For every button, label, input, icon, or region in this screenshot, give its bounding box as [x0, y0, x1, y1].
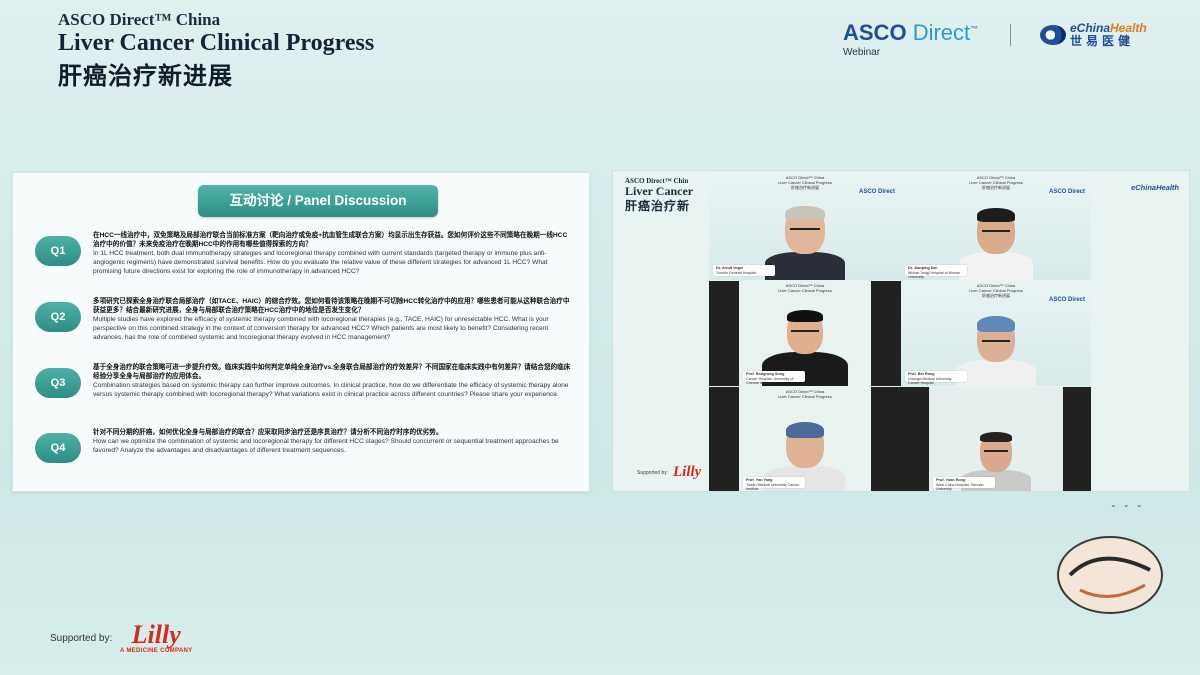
lilly-tagline: A MEDICINE COMPANY	[120, 648, 193, 654]
asco-logo-text: ASCO Direct™	[843, 20, 979, 45]
video-gallery-panel: ASCO Direct™ Chin Liver Cancer 肝癌治疗新 eCh…	[612, 170, 1190, 492]
question-q1: Q1 在HCC一线治疗中，双免策略及局部治疗联合当前标准方案（靶向治疗或免疫+抗…	[35, 231, 585, 276]
tile-asco-logo: ASCO Direct	[858, 189, 895, 195]
video-lilly-logo: Lilly	[673, 464, 702, 480]
echinahealth-name-cn: 世易医健	[1070, 34, 1135, 48]
question-badge: Q4	[35, 433, 81, 463]
question-q2: Q2 多项研究已探索全身治疗联合局部治疗（如TACE、HAIC）的综合疗效。您如…	[35, 297, 585, 342]
tile-asco-logo: ASCO Direct	[1048, 297, 1085, 303]
liver-illustration	[1057, 536, 1163, 614]
participant-video	[959, 208, 1033, 280]
question-badge: Q1	[35, 236, 81, 266]
panel-discussion-slide: 互动讨论 / Panel Discussion Q1 在HCC一线治疗中，双免策…	[12, 172, 590, 492]
echinahealth-globe-icon	[1040, 25, 1066, 45]
video-tile-5[interactable]: ASCO Direct™ China Liver Cancer Clinical …	[709, 387, 901, 491]
question-q3: Q3 基于全身治疗的联合策略可进一步提升疗效。临床实践中如何判定单纯全身治疗vs…	[35, 363, 585, 399]
echinahealth-logo: eChinaHealth 世易医健	[1040, 22, 1147, 48]
participant-name-tag: Dr. Arndt Vogel Toronto General Hospital	[713, 265, 775, 276]
question-q4: Q4 针对不同分期的肝癌，如何优化全身与局部治疗的联合？应采取同步治疗还是序贯治…	[35, 428, 585, 463]
webinar-branding: ASCO Direct™ China Liver Cancer Clinical…	[58, 10, 374, 91]
video-tile-2[interactable]: ASCO Direct™ China Liver Cancer Clinical …	[901, 173, 1091, 280]
webinar-title: Liver Cancer Clinical Progress	[58, 30, 375, 56]
lilly-wordmark: Lilly	[131, 620, 181, 649]
participant-video	[765, 206, 845, 280]
header-divider	[1010, 24, 1011, 46]
video-bg-title: ASCO Direct™ Chin Liver Cancer 肝癌治疗新	[625, 177, 694, 213]
video-supported-by: Supported by:	[637, 470, 669, 476]
question-text-en: How can we optimize the combination of s…	[93, 438, 559, 454]
participant-name-tag: Dr. Jianping Dai Wuhan Tongji Hospital of…	[905, 265, 967, 279]
birds-decoration: ⌄ ⌄ ⌄	[1110, 500, 1145, 509]
question-text-cn: 基于全身治疗的联合策略可进一步提升疗效。临床实践中如何判定单纯全身治疗vs.全身…	[93, 364, 571, 380]
question-text-cn: 针对不同分期的肝癌，如何优化全身与局部治疗的联合？应采取同步治疗还是序贯治疗？请…	[93, 429, 443, 436]
video-echinahealth-logo: eChinaHealth	[1131, 183, 1179, 192]
participant-name-tag: Prof. Yan Yang Tianjin Medical University…	[743, 477, 805, 491]
slide-title: 互动讨论 / Panel Discussion	[198, 185, 438, 217]
question-text-en: Multiple studies have explored the effic…	[93, 316, 549, 341]
asco-webinar-caption: Webinar	[843, 47, 881, 58]
participant-name-tag: Prof. Rongrong Song Cancer Hospital, Univ…	[743, 371, 805, 385]
question-badge: Q3	[35, 368, 81, 398]
video-tile-1[interactable]: ASCO Direct™ China Liver Cancer Clinical …	[709, 173, 901, 280]
video-tile-3[interactable]: ASCO Direct™ China Liver Cancer Clinical …	[709, 281, 901, 386]
asco-direct-logo: ASCO Direct™ Webinar	[843, 20, 978, 58]
question-text-en: Combination strategies based on systemic…	[93, 382, 569, 398]
participant-video	[956, 316, 1036, 386]
question-text-cn: 在HCC一线治疗中，双免策略及局部治疗联合当前标准方案（靶向治疗或免疫+抗血管生…	[93, 232, 568, 248]
video-tile-4[interactable]: ASCO Direct™ China Liver Cancer Clinical …	[901, 281, 1091, 386]
video-tile-6[interactable]: Prof. Yuan Rong West China Hospital, Sich…	[901, 387, 1091, 491]
question-badge: Q2	[35, 302, 81, 332]
participant-name-tag: Prof. Bin Rong Guangxi Medical University…	[905, 371, 967, 385]
participant-name-tag: Prof. Yuan Rong West China Hospital, Sich…	[933, 477, 995, 491]
question-text-en: In 1L HCC treatment, both dual immunothe…	[93, 250, 548, 275]
tile-asco-logo: ASCO Direct	[1048, 189, 1085, 195]
lilly-logo: Lilly A MEDICINE COMPANY	[120, 620, 193, 655]
webinar-subtitle: ASCO Direct™ China	[58, 10, 221, 29]
footer-supported-by: Supported by:	[50, 633, 113, 644]
question-text-cn: 多项研究已探索全身治疗联合局部治疗（如TACE、HAIC）的综合疗效。您如何看待…	[93, 298, 570, 314]
webinar-title-cn: 肝癌治疗新进展	[58, 61, 233, 90]
